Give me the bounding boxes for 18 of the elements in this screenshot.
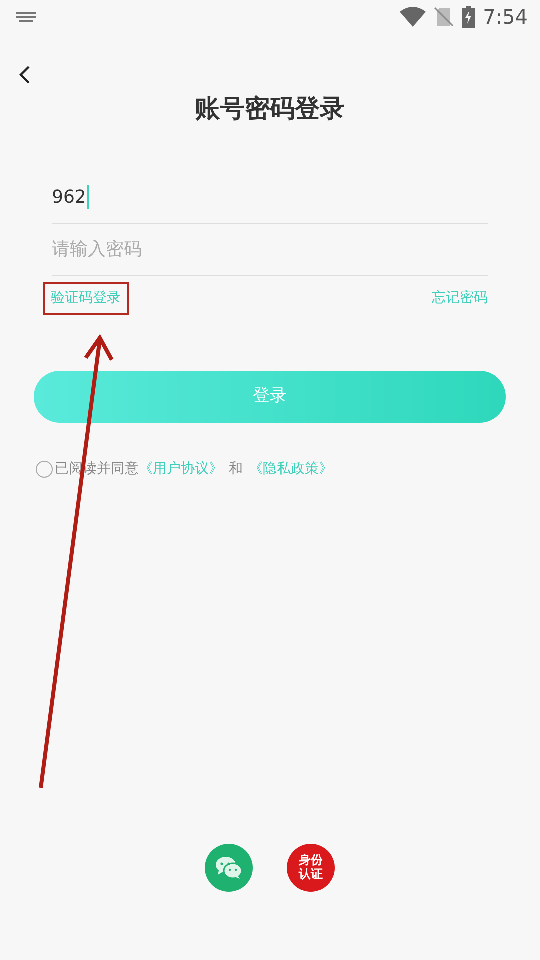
status-time: 7:54: [483, 4, 528, 31]
code-login-link[interactable]: 验证码登录: [45, 284, 127, 312]
wifi-icon: [400, 7, 426, 27]
wechat-login-button[interactable]: [205, 844, 253, 892]
login-button[interactable]: 登录: [34, 370, 506, 422]
agreement-link[interactable]: 《隐私政策》: [249, 460, 333, 476]
back-icon: [18, 64, 32, 85]
page-title: 账号密码登录: [194, 93, 346, 125]
agreement-link[interactable]: 《用户协议》: [139, 460, 223, 476]
chat-bubbles-icon: [215, 856, 243, 880]
id-verify-button[interactable]: 身份认证: [287, 844, 335, 892]
phone-field[interactable]: 962: [52, 172, 488, 224]
no-sim-icon: [434, 7, 454, 27]
password-field[interactable]: 请输入密码: [52, 236, 488, 262]
forgot-password-link[interactable]: 忘记密码: [426, 284, 494, 312]
battery-charging-icon: [462, 6, 476, 28]
agree-radio[interactable]: [36, 460, 53, 478]
keyboard-icon: [16, 12, 36, 22]
